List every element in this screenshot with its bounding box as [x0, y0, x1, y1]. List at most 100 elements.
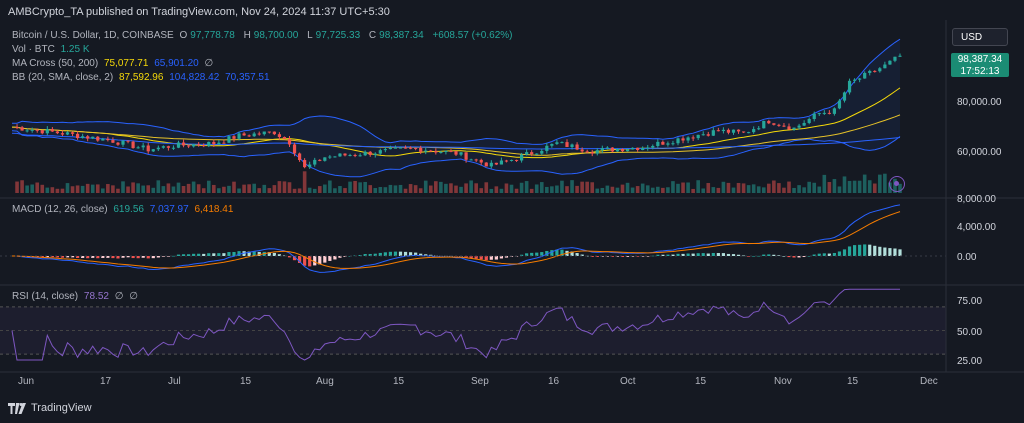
candle: [615, 148, 620, 152]
candle: [388, 147, 393, 150]
volume-bar: [524, 181, 529, 193]
candle: [181, 142, 186, 146]
candle: [590, 152, 594, 154]
volume-bar: [550, 186, 554, 193]
macd-histogram-bar: [858, 244, 862, 256]
candle: [625, 149, 630, 152]
candle: [252, 133, 256, 137]
macd-histogram-bar: [262, 251, 266, 256]
volume-legend: Vol · BTC 1.25 K: [12, 44, 93, 55]
volume-label[interactable]: Vol · BTC: [12, 44, 55, 55]
macd-histogram-bar: [373, 253, 377, 256]
macd-histogram-bar: [96, 256, 100, 259]
tradingview-logo[interactable]: TradingView: [8, 402, 92, 414]
macd-histogram-bar: [338, 256, 342, 258]
candle: [35, 129, 39, 131]
candle: [434, 150, 438, 153]
volume-bar: [565, 186, 569, 193]
bollinger-upper-line: [11, 38, 901, 145]
volume-bar: [85, 183, 90, 193]
volume-bar: [272, 185, 277, 193]
macd-histogram-bar: [403, 251, 408, 256]
macd-histogram-bar: [555, 249, 559, 256]
macd-histogram-bar: [873, 245, 877, 256]
symbol-legend: Bitcoin / U.S. Dollar, 1D, COINBASE O 97,…: [12, 30, 516, 41]
volume-bar: [418, 188, 423, 193]
macd-histogram-bar: [313, 256, 317, 266]
volume-bar: [65, 183, 70, 193]
volume-bar: [731, 187, 736, 193]
macd-histogram-bar: [126, 256, 130, 258]
candle: [313, 159, 317, 165]
macd-histogram-bar: [414, 252, 418, 256]
macd-histogram-bar: [454, 256, 458, 257]
candle: [671, 143, 675, 145]
open-label: O: [179, 30, 188, 41]
volume-bar: [635, 186, 640, 193]
macd-histogram-bar: [91, 256, 95, 258]
macd-histogram-bar: [504, 256, 509, 258]
macd-histogram-bar: [328, 256, 332, 261]
volume-bar: [686, 182, 690, 193]
volume-bar: [539, 182, 544, 193]
rsi-label[interactable]: RSI (14, close): [12, 291, 78, 302]
candle: [146, 145, 150, 152]
volume-bar: [176, 182, 181, 193]
volume-bar: [423, 180, 428, 193]
macd-histogram-bar: [530, 252, 534, 256]
volume-bar: [862, 174, 867, 193]
volume-bar: [131, 182, 135, 193]
candle: [837, 100, 842, 109]
macd-histogram-bar: [519, 254, 524, 256]
replay-button-icon[interactable]: [889, 176, 905, 192]
macd-histogram-bar: [671, 254, 675, 256]
candle: [605, 147, 609, 149]
macd-histogram-bar: [86, 256, 90, 259]
volume-bar: [60, 188, 65, 193]
macd-label[interactable]: MACD (12, 26, close): [12, 204, 108, 215]
macd-histogram-bar: [661, 254, 665, 256]
candle: [519, 154, 524, 161]
volume-bar: [317, 186, 322, 193]
volume-bar: [645, 185, 650, 193]
candle: [898, 55, 902, 57]
candle: [636, 147, 640, 150]
candle: [691, 137, 695, 139]
volume-bar: [676, 183, 680, 193]
symbol-name[interactable]: Bitcoin / U.S. Dollar, 1D, COINBASE: [12, 30, 174, 41]
candle: [101, 138, 105, 141]
candle: [883, 64, 887, 69]
macd-histogram-bar: [570, 251, 574, 256]
macd-histogram-bar: [893, 248, 897, 256]
volume-bar: [595, 188, 600, 193]
candle: [45, 129, 49, 134]
candle: [726, 129, 731, 133]
macd-histogram-bar: [625, 256, 630, 257]
candle: [348, 155, 352, 157]
high-value: 98,700.00: [253, 30, 299, 41]
macd-histogram-bar: [479, 256, 483, 260]
volume-bar: [656, 186, 660, 193]
bb-label[interactable]: BB (20, SMA, close, 2): [12, 72, 113, 83]
volume-bar: [15, 181, 19, 193]
macd-histogram-bar: [484, 256, 488, 261]
macd-histogram-bar: [81, 256, 85, 258]
candle: [807, 119, 811, 123]
volume-bar: [772, 180, 776, 193]
ma-label[interactable]: MA Cross (50, 200): [12, 58, 98, 69]
macd-histogram-bar: [297, 256, 302, 263]
macd-histogram-bar: [499, 256, 504, 259]
volume-bar: [181, 185, 186, 193]
macd-histogram-bar: [227, 252, 231, 256]
candle: [247, 135, 251, 137]
currency-selector[interactable]: USD: [952, 28, 1008, 46]
volume-bar: [761, 187, 766, 193]
macd-histogram-bar: [474, 256, 478, 259]
bb-lower-value: 70,357.51: [225, 72, 270, 83]
candle: [166, 146, 171, 148]
macd-histogram-bar: [716, 253, 720, 256]
volume-bar: [721, 181, 726, 193]
macd-line: [12, 204, 901, 273]
macd-histogram-bar: [620, 256, 625, 258]
macd-histogram-bar: [600, 256, 604, 257]
